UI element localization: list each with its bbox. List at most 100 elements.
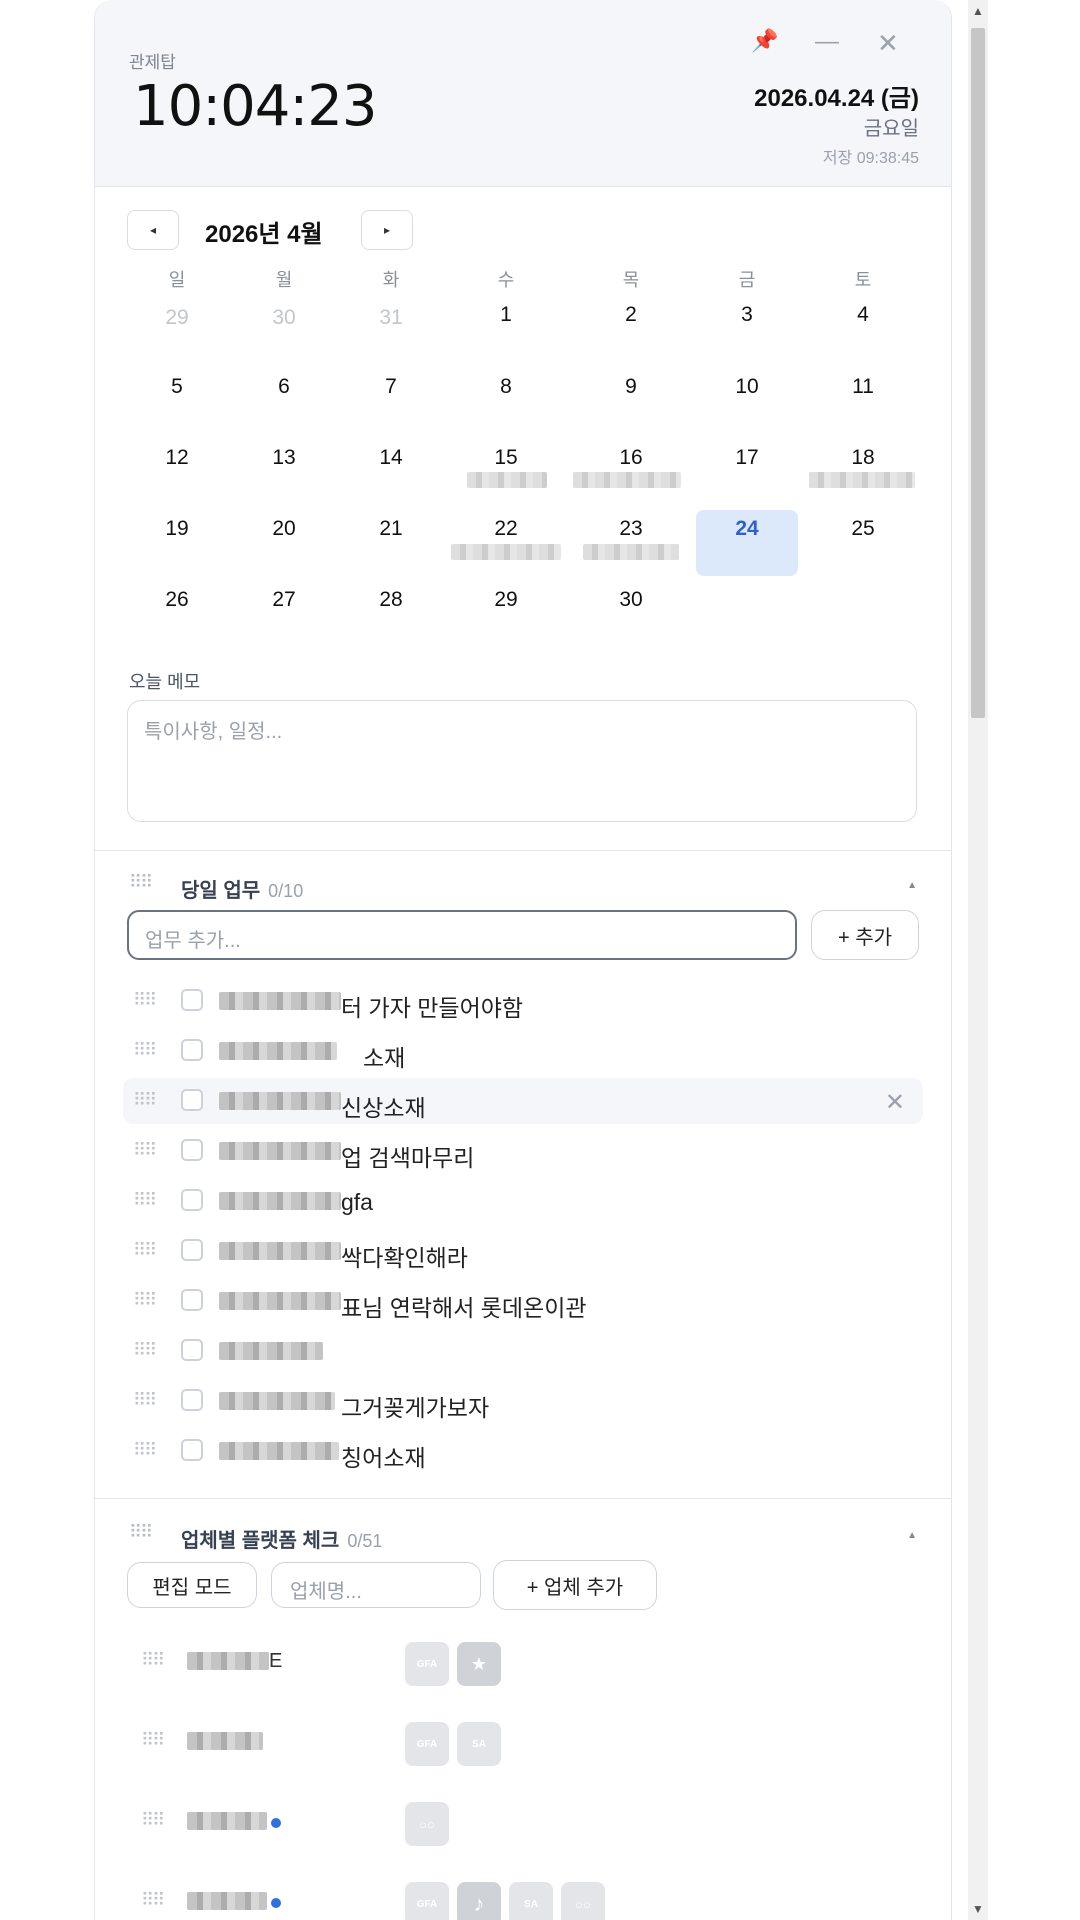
drag-handle-icon[interactable]: ⠿⠿ bbox=[133, 1340, 157, 1361]
calendar-day[interactable]: 30 bbox=[254, 306, 314, 330]
task-item[interactable]: ⠿⠿ 그거꽂게가보자 bbox=[123, 1378, 923, 1424]
drag-handle-icon[interactable]: ⠿⠿ bbox=[129, 1522, 153, 1543]
calendar-day[interactable]: 29 bbox=[476, 588, 536, 612]
edit-mode-button[interactable]: 편집 모드 bbox=[127, 1562, 257, 1608]
calendar-day[interactable]: 17 bbox=[717, 446, 777, 470]
task-item[interactable]: ⠿⠿ bbox=[123, 1328, 923, 1374]
task-checkbox[interactable] bbox=[181, 1039, 203, 1061]
task-checkbox[interactable] bbox=[181, 1189, 203, 1211]
calendar-day[interactable]: 19 bbox=[147, 517, 207, 541]
calendar-day[interactable]: 21 bbox=[361, 517, 421, 541]
platform-gfa-toggle[interactable]: GFA bbox=[405, 1722, 449, 1766]
calendar-day[interactable]: 16 bbox=[601, 446, 661, 470]
collapse-icon[interactable]: ▲ bbox=[907, 880, 917, 891]
drag-handle-icon[interactable]: ⠿⠿ bbox=[141, 1810, 165, 1831]
calendar-day[interactable]: 30 bbox=[601, 588, 661, 612]
drag-handle-icon[interactable]: ⠿⠿ bbox=[133, 1390, 157, 1411]
platform-link-toggle[interactable]: ○○ bbox=[561, 1882, 605, 1920]
task-item[interactable]: ⠿⠿ 터 가자 만들어야함 bbox=[123, 978, 923, 1024]
calendar-day[interactable]: 2 bbox=[601, 303, 661, 327]
calendar-day[interactable]: 6 bbox=[254, 375, 314, 399]
calendar-day[interactable]: 1 bbox=[476, 303, 536, 327]
drag-handle-icon[interactable]: ⠿⠿ bbox=[129, 872, 153, 893]
calendar-day[interactable]: 12 bbox=[147, 446, 207, 470]
drag-handle-icon[interactable]: ⠿⠿ bbox=[133, 1090, 157, 1111]
task-item[interactable]: ⠿⠿ gfa bbox=[123, 1178, 923, 1224]
vendor-row[interactable]: ⠿⠿ E GFA ★ bbox=[135, 1634, 895, 1694]
drag-handle-icon[interactable]: ⠿⠿ bbox=[141, 1650, 165, 1671]
calendar-day[interactable]: 28 bbox=[361, 588, 421, 612]
task-checkbox[interactable] bbox=[181, 1439, 203, 1461]
calendar-day[interactable]: 9 bbox=[601, 375, 661, 399]
vendor-row[interactable]: ⠿⠿ GFA ♪ SA ○○ bbox=[135, 1874, 895, 1920]
task-checkbox[interactable] bbox=[181, 1289, 203, 1311]
calendar-day[interactable]: 29 bbox=[147, 306, 207, 330]
task-checkbox[interactable] bbox=[181, 1339, 203, 1361]
task-checkbox[interactable] bbox=[181, 1389, 203, 1411]
vendor-row[interactable]: ⠿⠿ GFA SA bbox=[135, 1714, 895, 1774]
calendar-day[interactable]: 26 bbox=[147, 588, 207, 612]
close-icon[interactable]: ✕ bbox=[877, 28, 899, 59]
platform-tiktok-toggle[interactable]: ♪ bbox=[457, 1882, 501, 1920]
platform-sa-toggle[interactable]: SA bbox=[457, 1722, 501, 1766]
task-checkbox[interactable] bbox=[181, 989, 203, 1011]
drag-handle-icon[interactable]: ⠿⠿ bbox=[133, 1140, 157, 1161]
task-item[interactable]: ⠿⠿ 업 검색마무리 bbox=[123, 1128, 923, 1174]
platform-star-toggle[interactable]: ★ bbox=[457, 1642, 501, 1686]
calendar-day[interactable]: 10 bbox=[717, 375, 777, 399]
next-month-button[interactable]: ▸ bbox=[361, 210, 413, 250]
scroll-thumb[interactable] bbox=[971, 28, 985, 718]
add-vendor-button[interactable]: + 업체 추가 bbox=[493, 1560, 657, 1610]
calendar-day[interactable]: 13 bbox=[254, 446, 314, 470]
drag-handle-icon[interactable]: ⠿⠿ bbox=[133, 1240, 157, 1261]
calendar-day[interactable]: 3 bbox=[717, 303, 777, 327]
task-item[interactable]: ⠿⠿ 칭어소재 bbox=[123, 1428, 923, 1474]
task-checkbox[interactable] bbox=[181, 1239, 203, 1261]
platform-sa-toggle[interactable]: SA bbox=[509, 1882, 553, 1920]
drag-handle-icon[interactable]: ⠿⠿ bbox=[133, 1290, 157, 1311]
drag-handle-icon[interactable]: ⠿⠿ bbox=[133, 990, 157, 1011]
memo-textarea[interactable]: 특이사항, 일정... bbox=[127, 700, 917, 822]
scroll-up-icon[interactable]: ▲ bbox=[972, 4, 984, 18]
add-task-button[interactable]: + 추가 bbox=[811, 910, 919, 960]
calendar-day[interactable]: 5 bbox=[147, 375, 207, 399]
platform-gfa-toggle[interactable]: GFA bbox=[405, 1642, 449, 1686]
vendor-name-input[interactable]: 업체명... bbox=[271, 1562, 481, 1608]
vendor-row[interactable]: ⠿⠿ ○○ bbox=[135, 1794, 895, 1854]
prev-month-button[interactable]: ◂ bbox=[127, 210, 179, 250]
calendar-day[interactable]: 14 bbox=[361, 446, 421, 470]
calendar-day[interactable]: 25 bbox=[833, 517, 893, 541]
task-item[interactable]: ⠿⠿ 싹다확인해라 bbox=[123, 1228, 923, 1274]
drag-handle-icon[interactable]: ⠿⠿ bbox=[133, 1040, 157, 1061]
task-input[interactable]: 업무 추가... bbox=[127, 910, 797, 960]
platform-link-toggle[interactable]: ○○ bbox=[405, 1802, 449, 1846]
calendar-day[interactable]: 7 bbox=[361, 375, 421, 399]
calendar-day[interactable]: 27 bbox=[254, 588, 314, 612]
task-checkbox[interactable] bbox=[181, 1139, 203, 1161]
platform-gfa-toggle[interactable]: GFA bbox=[405, 1882, 449, 1920]
calendar-day[interactable]: 18 bbox=[833, 446, 893, 470]
drag-handle-icon[interactable]: ⠿⠿ bbox=[133, 1190, 157, 1211]
scrollbar[interactable]: ▲ ▼ bbox=[968, 0, 988, 1920]
calendar-day[interactable]: 31 bbox=[361, 306, 421, 330]
collapse-icon[interactable]: ▲ bbox=[907, 1530, 917, 1541]
delete-task-icon[interactable]: ✕ bbox=[885, 1088, 905, 1117]
calendar-day[interactable]: 23 bbox=[601, 517, 661, 541]
minimize-icon[interactable]: — bbox=[815, 28, 839, 56]
task-item[interactable]: ⠿⠿ 표님 연락해서 롯데온이관 bbox=[123, 1278, 923, 1324]
calendar-day-today[interactable]: 24 bbox=[717, 517, 777, 541]
drag-handle-icon[interactable]: ⠿⠿ bbox=[141, 1890, 165, 1911]
calendar-day[interactable]: 4 bbox=[833, 303, 893, 327]
calendar-day[interactable]: 15 bbox=[476, 446, 536, 470]
drag-handle-icon[interactable]: ⠿⠿ bbox=[133, 1440, 157, 1461]
task-item[interactable]: ⠿⠿ 소재 bbox=[123, 1028, 923, 1074]
calendar-day[interactable]: 22 bbox=[476, 517, 536, 541]
calendar-day[interactable]: 8 bbox=[476, 375, 536, 399]
task-item[interactable]: ⠿⠿ 신상소재 ✕ bbox=[123, 1078, 923, 1124]
scroll-down-icon[interactable]: ▼ bbox=[972, 1902, 984, 1916]
pin-icon[interactable]: 📌 bbox=[751, 28, 778, 54]
calendar-day[interactable]: 20 bbox=[254, 517, 314, 541]
task-checkbox[interactable] bbox=[181, 1089, 203, 1111]
drag-handle-icon[interactable]: ⠿⠿ bbox=[141, 1730, 165, 1751]
calendar-day[interactable]: 11 bbox=[833, 375, 893, 399]
